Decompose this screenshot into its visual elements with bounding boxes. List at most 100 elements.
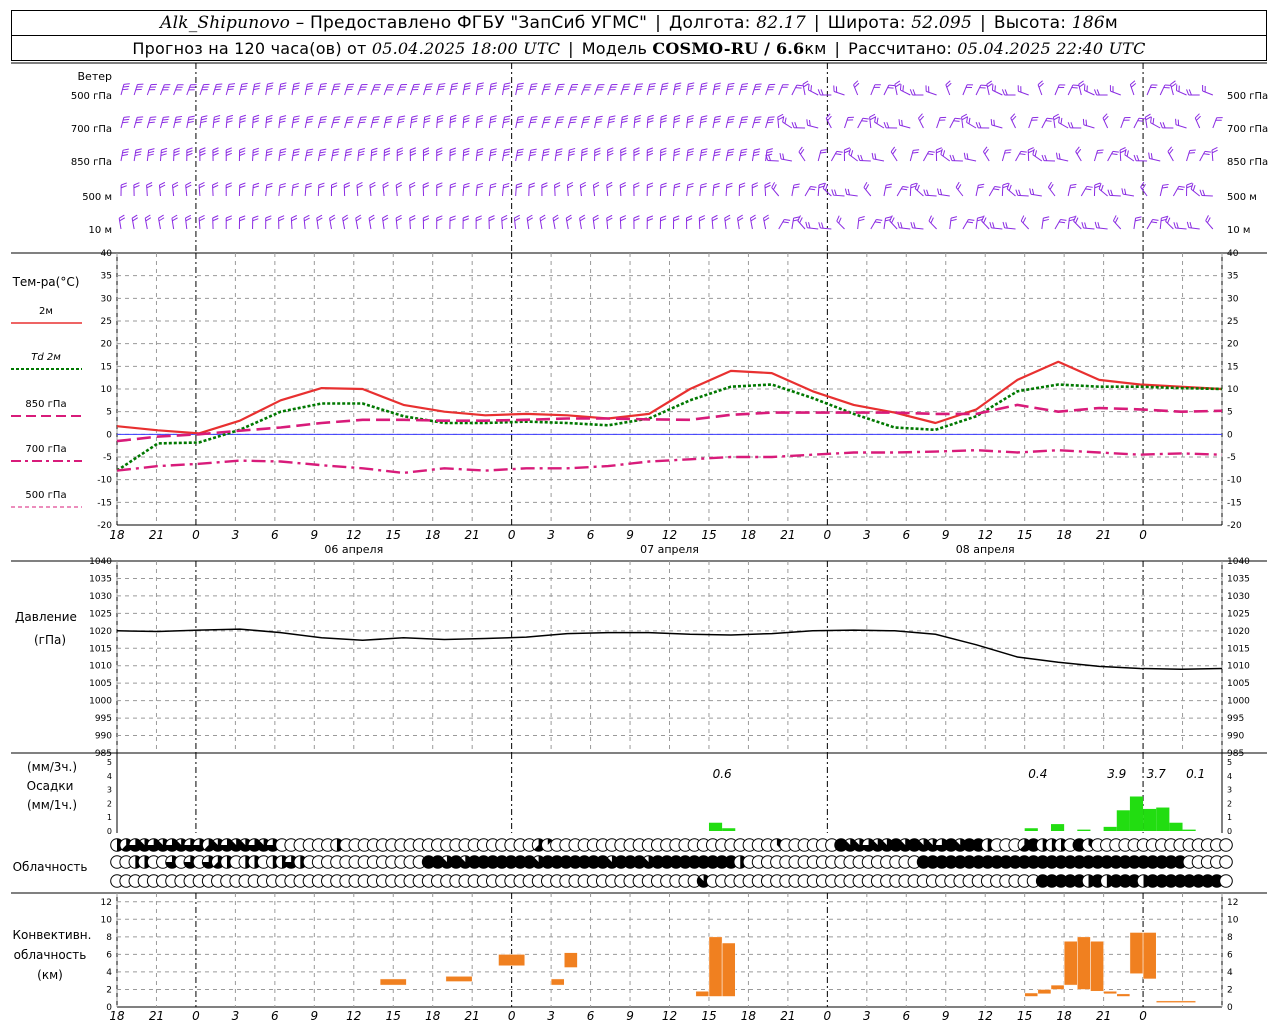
date-label: 06 апреля bbox=[324, 543, 383, 556]
wind-barb-flag bbox=[1121, 188, 1124, 195]
wind-barb-flag bbox=[1069, 186, 1076, 189]
wind-barb-flag bbox=[1119, 147, 1126, 151]
pressure-tick-right: 1040 bbox=[1227, 557, 1250, 567]
wind-barb-flag bbox=[660, 153, 667, 156]
wind-barb-flag bbox=[633, 152, 640, 156]
wind-barb-flag bbox=[253, 117, 260, 121]
wind-barb bbox=[1098, 188, 1108, 197]
wind-barb-flag bbox=[1059, 221, 1066, 224]
wind-barb-flag bbox=[172, 181, 179, 186]
wind-barb-flag bbox=[516, 182, 523, 186]
wind-barb-flag bbox=[1094, 221, 1098, 228]
wind-barb-flag bbox=[661, 85, 668, 88]
conv-cloud-bar bbox=[695, 990, 710, 997]
wind-barb-flag bbox=[1186, 182, 1193, 186]
wind-barb-flag bbox=[226, 218, 232, 222]
wind-barb-flag bbox=[306, 121, 313, 124]
wind-barb-flag bbox=[1020, 215, 1025, 222]
wind-barb-flag bbox=[252, 218, 259, 222]
wind-barb-flag bbox=[372, 121, 379, 124]
wind-barb bbox=[992, 89, 1003, 96]
wind-barb-flag bbox=[633, 147, 640, 151]
wind-barb-flag bbox=[888, 84, 895, 87]
wind-barb-flag bbox=[909, 89, 913, 96]
wind-barb-flag bbox=[122, 151, 129, 154]
wind-barb-flag bbox=[580, 184, 587, 189]
pressure-tick-right: 1015 bbox=[1227, 644, 1250, 654]
wind-barb-flag bbox=[557, 119, 564, 121]
conv-tick-right: 8 bbox=[1227, 933, 1233, 943]
wind-barb-flag bbox=[858, 216, 865, 219]
wind-barb-flag bbox=[266, 117, 273, 121]
wind-barb-flag bbox=[647, 182, 654, 186]
wind-barb-flag bbox=[173, 150, 180, 154]
wind-barb-flag bbox=[490, 151, 497, 154]
wind-barb-flag bbox=[986, 80, 993, 85]
wind-barb-flag bbox=[463, 150, 470, 154]
wind-barb-flag bbox=[334, 83, 341, 85]
wind-barb-flag bbox=[817, 89, 821, 96]
wind-barb-flag bbox=[1041, 154, 1045, 161]
hour-tick-label-bottom: 0 bbox=[824, 1009, 832, 1023]
wind-barb-flag bbox=[810, 85, 813, 92]
wind-barb-flag bbox=[619, 182, 626, 186]
wind-barb-flag bbox=[687, 85, 694, 88]
wind-barb-flag bbox=[1093, 89, 1098, 96]
wind-barb-flag bbox=[463, 215, 469, 219]
wind-barb-flag bbox=[531, 83, 538, 85]
wind-barb-flag bbox=[700, 87, 707, 91]
wind-barb-flag bbox=[464, 82, 471, 85]
wind-barb-flag bbox=[910, 182, 917, 186]
wind-barb-flag bbox=[674, 85, 681, 88]
wind-barb-flag bbox=[477, 85, 484, 88]
wind-barb bbox=[778, 219, 785, 230]
hour-tick-label: 18 bbox=[1057, 528, 1073, 542]
wind-barb-flag bbox=[252, 185, 259, 189]
wind-barb bbox=[1004, 227, 1016, 230]
wind-barb-flag bbox=[836, 215, 840, 222]
wind-level-label-right: 850 гПа bbox=[1227, 157, 1268, 168]
wind-barb-flag bbox=[171, 214, 178, 219]
hour-tick-label-bottom: 18 bbox=[1057, 1009, 1073, 1023]
wind-barb-flag bbox=[436, 120, 444, 123]
wind-barb bbox=[1067, 84, 1074, 96]
wind-barb-flag bbox=[844, 188, 848, 195]
wind-barb-flag bbox=[687, 150, 694, 154]
wind-barb bbox=[146, 184, 148, 197]
wind-level-label: 500 гПа bbox=[71, 91, 112, 102]
conv-cloud-bar bbox=[550, 978, 565, 986]
wind-barb-flag bbox=[647, 150, 654, 154]
wind-barb bbox=[1047, 186, 1056, 197]
hour-tick-label-bottom: 9 bbox=[311, 1009, 319, 1023]
wind-barb-flag bbox=[544, 86, 551, 88]
wind-barb-flag bbox=[292, 182, 300, 186]
wind-barb-flag bbox=[810, 185, 817, 188]
wind-barb-flag bbox=[162, 118, 169, 121]
wind-barb-flag bbox=[307, 115, 314, 118]
wind-barb-flag bbox=[514, 217, 521, 222]
wind-barb-flag bbox=[1081, 222, 1084, 229]
wind-barb bbox=[606, 218, 609, 230]
wind-barb bbox=[797, 220, 806, 230]
wind-barb-flag bbox=[1005, 222, 1008, 229]
pressure-tick-right: 1025 bbox=[1227, 609, 1250, 619]
wind-barb-flag bbox=[253, 182, 260, 186]
wind-barb-flag bbox=[1045, 120, 1052, 122]
wind-barb-flag bbox=[700, 118, 707, 121]
wind-barb bbox=[844, 117, 849, 129]
wind-barb-flag bbox=[439, 83, 446, 85]
wind-barb-flag bbox=[782, 153, 785, 160]
wind-barb-flag bbox=[373, 116, 380, 118]
wind-barb-flag bbox=[673, 218, 680, 222]
wind-barb-flag bbox=[516, 154, 523, 157]
wind-barb-flag bbox=[1079, 83, 1085, 88]
conv-cloud-bar bbox=[1116, 993, 1131, 997]
wind-barb-flag bbox=[320, 85, 327, 88]
wind-barb-flag bbox=[763, 214, 769, 219]
wind-barb-flag bbox=[516, 185, 523, 189]
wind-barb bbox=[1067, 185, 1071, 197]
wind-barb-flag bbox=[570, 118, 577, 121]
wind-barb bbox=[846, 193, 858, 197]
date-label: 08 апреля bbox=[956, 543, 1015, 556]
wind-barb-flag bbox=[119, 217, 126, 222]
